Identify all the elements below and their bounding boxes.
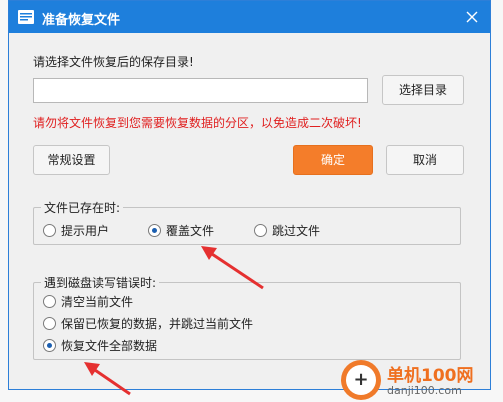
radio-label: 跳过文件 [272, 224, 321, 238]
radio-button-selected[interactable] [43, 339, 56, 352]
restore-dialog: 准备恢复文件 请选择文件恢复后的保存目录! 选择目录 请勿将文件恢复到您需要恢复… [8, 0, 491, 390]
radio-button[interactable] [43, 224, 56, 237]
close-button[interactable] [462, 7, 482, 27]
radio-button-selected[interactable] [148, 224, 161, 237]
radio-skip-file[interactable]: 跳过文件 [254, 222, 320, 239]
radio-label: 提示用户 [61, 224, 110, 238]
radio-button[interactable] [254, 224, 267, 237]
browse-dir-button[interactable]: 选择目录 [382, 75, 464, 105]
radio-prompt-user[interactable]: 提示用户 [43, 222, 109, 239]
disk-error-legend: 遇到磁盘读写错误时: [41, 274, 160, 291]
save-dir-input[interactable] [33, 78, 368, 103]
ok-button[interactable]: 确定 [293, 145, 373, 175]
radio-label: 清空当前文件 [61, 295, 134, 309]
radio-keep-and-skip[interactable]: 保留已恢复的数据，并跳过当前文件 [43, 315, 253, 332]
radio-label: 覆盖文件 [166, 224, 215, 238]
title-bar: 准备恢复文件 [9, 1, 490, 33]
radio-button[interactable] [43, 317, 56, 330]
cancel-button[interactable]: 取消 [386, 145, 464, 175]
warning-text: 请勿将文件恢复到您需要恢复数据的分区，以免造成二次破坏! [33, 116, 362, 130]
annotation-arrow-recover-all [84, 362, 131, 396]
radio-button[interactable] [43, 295, 56, 308]
radio-recover-all-data[interactable]: 恢复文件全部数据 [43, 337, 157, 354]
general-settings-button[interactable]: 常规设置 [33, 145, 110, 175]
watermark-site-name: 单机100网 [387, 366, 474, 386]
close-icon [466, 11, 478, 23]
annotation-arrow-overwrite [201, 246, 264, 290]
file-exists-legend: 文件已存在时: [41, 199, 124, 216]
site-watermark: + 单机100网 danji100.com [341, 360, 501, 400]
folder-document-icon [18, 10, 34, 24]
watermark-site-url: danji100.com [387, 384, 462, 397]
radio-label: 保留已恢复的数据，并跳过当前文件 [61, 317, 254, 331]
radio-label: 恢复文件全部数据 [61, 339, 158, 353]
save-dir-label: 请选择文件恢复后的保存目录! [33, 55, 194, 69]
watermark-logo: + [341, 360, 381, 400]
radio-overwrite-file[interactable]: 覆盖文件 [148, 222, 214, 239]
dialog-title: 准备恢复文件 [42, 13, 121, 28]
radio-clear-current-file[interactable]: 清空当前文件 [43, 293, 133, 310]
plus-magnifier-icon: + [346, 365, 376, 395]
